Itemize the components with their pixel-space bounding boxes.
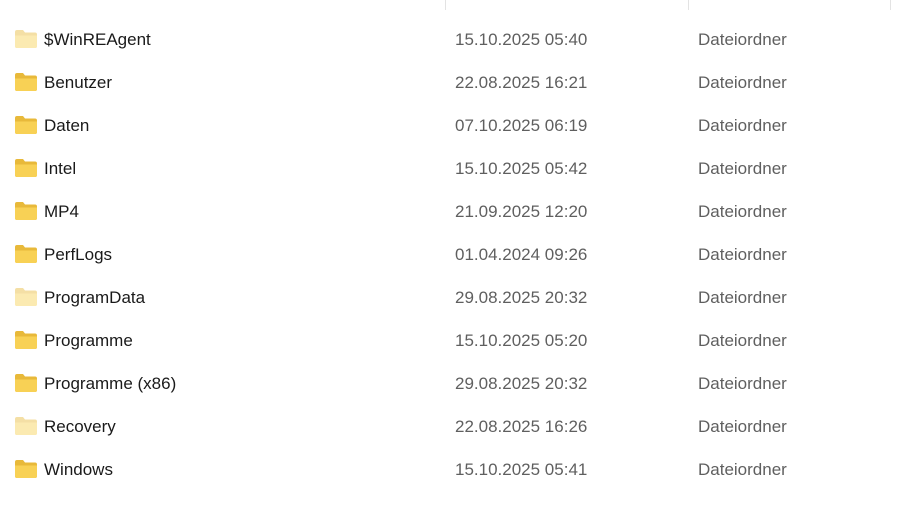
- file-type: Dateiordner: [698, 460, 787, 479]
- file-name: ProgramData: [44, 288, 146, 307]
- file-type: Dateiordner: [698, 159, 787, 178]
- folder-icon: [14, 416, 38, 436]
- file-type: Dateiordner: [698, 116, 787, 135]
- list-item[interactable]: MP4 21.09.2025 12:20 Dateiordner: [0, 191, 911, 234]
- folder-icon: [14, 158, 38, 178]
- modified-date: 29.08.2025 20:32: [455, 374, 588, 393]
- column-separator-type[interactable]: [688, 0, 689, 10]
- column-separator-date[interactable]: [445, 0, 446, 10]
- file-type: Dateiordner: [698, 288, 787, 307]
- file-type: Dateiordner: [698, 30, 787, 49]
- file-name: PerfLogs: [44, 245, 113, 264]
- file-name: Recovery: [44, 417, 116, 436]
- file-name: Benutzer: [44, 73, 113, 92]
- folder-icon: [14, 115, 38, 135]
- list-item[interactable]: Recovery 22.08.2025 16:26 Dateiordner: [0, 406, 911, 449]
- folder-icon: [14, 244, 38, 264]
- file-type: Dateiordner: [698, 73, 787, 92]
- modified-date: 15.10.2025 05:41: [455, 460, 588, 479]
- file-name: Daten: [44, 116, 90, 135]
- file-name: Windows: [44, 460, 113, 479]
- column-separator-size[interactable]: [890, 0, 891, 10]
- file-name: $WinREAgent: [44, 30, 151, 49]
- list-item[interactable]: $WinREAgent 15.10.2025 05:40 Dateiordner: [0, 19, 911, 62]
- file-name: MP4: [44, 202, 79, 221]
- list-item[interactable]: Benutzer 22.08.2025 16:21 Dateiordner: [0, 62, 911, 105]
- folder-icon: [14, 330, 38, 350]
- modified-date: 01.04.2024 09:26: [455, 245, 588, 264]
- folder-icon: [14, 287, 38, 307]
- file-name: Programme: [44, 331, 133, 350]
- folder-icon: [14, 373, 38, 393]
- file-type: Dateiordner: [698, 374, 787, 393]
- file-type: Dateiordner: [698, 417, 787, 436]
- modified-date: 15.10.2025 05:40: [455, 30, 588, 49]
- list-item[interactable]: Intel 15.10.2025 05:42 Dateiordner: [0, 148, 911, 191]
- modified-date: 07.10.2025 06:19: [455, 116, 588, 135]
- modified-date: 29.08.2025 20:32: [455, 288, 588, 307]
- file-list: $WinREAgent 15.10.2025 05:40 Dateiordner…: [0, 19, 911, 492]
- file-type: Dateiordner: [698, 202, 787, 221]
- folder-icon: [14, 29, 38, 49]
- list-item[interactable]: Programme (x86) 29.08.2025 20:32 Dateior…: [0, 363, 911, 406]
- list-item[interactable]: Windows 15.10.2025 05:41 Dateiordner: [0, 449, 911, 492]
- file-type: Dateiordner: [698, 245, 787, 264]
- file-name: Programme (x86): [44, 374, 177, 393]
- file-type: Dateiordner: [698, 331, 787, 350]
- list-item[interactable]: PerfLogs 01.04.2024 09:26 Dateiordner: [0, 234, 911, 277]
- file-name: Intel: [44, 159, 77, 178]
- folder-icon: [14, 459, 38, 479]
- folder-icon: [14, 72, 38, 92]
- folder-icon: [14, 201, 38, 221]
- list-item[interactable]: ProgramData 29.08.2025 20:32 Dateiordner: [0, 277, 911, 320]
- modified-date: 15.10.2025 05:20: [455, 331, 588, 350]
- modified-date: 22.08.2025 16:21: [455, 73, 588, 92]
- list-item[interactable]: Daten 07.10.2025 06:19 Dateiordner: [0, 105, 911, 148]
- modified-date: 21.09.2025 12:20: [455, 202, 588, 221]
- modified-date: 22.08.2025 16:26: [455, 417, 588, 436]
- modified-date: 15.10.2025 05:42: [455, 159, 588, 178]
- list-item[interactable]: Programme 15.10.2025 05:20 Dateiordner: [0, 320, 911, 363]
